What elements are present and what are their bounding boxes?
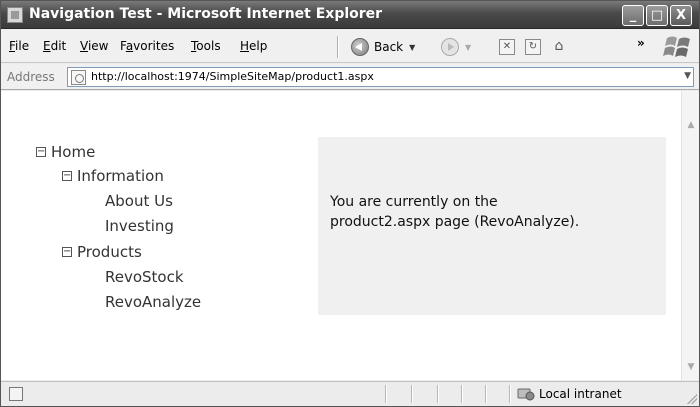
- stop-icon: ✕: [499, 39, 515, 55]
- menu-rest: iew: [87, 39, 109, 53]
- vertical-scrollbar[interactable]: ▲ ▼: [681, 91, 699, 380]
- status-separator: [411, 385, 413, 403]
- tree-node-label[interactable]: Information: [77, 167, 164, 185]
- tree-node-label[interactable]: RevoStock: [105, 268, 184, 286]
- panel-message: You are currently on the product2.aspx p…: [330, 192, 660, 232]
- status-separator: [461, 385, 463, 403]
- close-button[interactable]: X: [670, 5, 692, 26]
- content-panel: You are currently on the product2.aspx p…: [318, 137, 666, 315]
- collapse-icon[interactable]: −: [62, 247, 72, 257]
- status-separator: [437, 385, 439, 403]
- address-url: http://localhost:1974/SimpleSiteMap/prod…: [91, 70, 374, 83]
- scroll-down-icon[interactable]: ▼: [685, 361, 697, 373]
- tree-node-investing[interactable]: Investing: [105, 217, 174, 235]
- address-bar: Address http://localhost:1974/SimpleSite…: [1, 64, 699, 90]
- menu-rest: ile: [15, 39, 30, 53]
- tree-node-label[interactable]: Investing: [105, 217, 174, 235]
- menu-view[interactable]: View: [80, 39, 108, 53]
- home-button[interactable]: ⌂: [551, 35, 567, 59]
- menu-rest: elp: [249, 39, 268, 53]
- intranet-zone-icon: [517, 388, 535, 401]
- menu-file[interactable]: File: [9, 39, 29, 53]
- refresh-button[interactable]: ↻: [525, 35, 541, 59]
- menu-bar: File Edit View Favorites Tools Help Back…: [1, 30, 699, 63]
- status-separator: [509, 385, 511, 403]
- menu-rest: vorites: [133, 39, 175, 53]
- tree-node-label[interactable]: RevoAnalyze: [105, 293, 201, 311]
- tree-node-label[interactable]: Home: [51, 143, 95, 161]
- security-zone-label: Local intranet: [539, 387, 622, 401]
- tree-node-home[interactable]: − Home: [36, 143, 95, 161]
- tree-node-revostock[interactable]: RevoStock: [105, 268, 184, 286]
- close-icon: X: [675, 8, 687, 23]
- back-button[interactable]: Back ▼: [351, 35, 415, 59]
- menu-help[interactable]: Help: [240, 39, 267, 53]
- menu-rest: ools: [196, 39, 221, 53]
- toolbar-separator: [337, 36, 339, 58]
- collapse-icon[interactable]: −: [62, 171, 72, 181]
- page-icon: [71, 70, 86, 85]
- tree-node-about-us[interactable]: About Us: [105, 192, 173, 210]
- windows-logo-icon: [663, 36, 690, 57]
- menu-tools[interactable]: Tools: [191, 39, 221, 53]
- back-dropdown-icon: ▼: [409, 42, 416, 52]
- status-separator: [385, 385, 387, 403]
- minimize-icon: _: [629, 8, 637, 23]
- refresh-icon: ↻: [525, 39, 541, 55]
- menu-accel: E: [43, 39, 51, 53]
- menu-rest: dit: [50, 39, 67, 53]
- resize-grip-icon[interactable]: [687, 394, 697, 404]
- address-input[interactable]: http://localhost:1974/SimpleSiteMap/prod…: [67, 67, 694, 87]
- forward-button[interactable]: ▼: [441, 35, 471, 59]
- panel-line-2: product2.aspx page (RevoAnalyze).: [330, 214, 580, 230]
- page-status-icon: [9, 387, 23, 401]
- maximize-icon: □: [650, 8, 664, 23]
- address-label: Address: [7, 70, 55, 84]
- home-icon: ⌂: [554, 38, 564, 54]
- ie-page-icon: [7, 7, 23, 23]
- forward-dropdown-icon: ▼: [465, 42, 472, 52]
- status-bar: Local intranet: [1, 381, 699, 406]
- menu-accel: V: [80, 39, 88, 53]
- panel-line-1: You are currently on the: [330, 194, 498, 210]
- minimize-button[interactable]: _: [622, 5, 644, 26]
- title-bar[interactable]: Navigation Test - Microsoft Internet Exp…: [1, 1, 699, 29]
- back-label: Back: [374, 40, 404, 54]
- status-separator: [485, 385, 487, 403]
- tree-node-products[interactable]: − Products: [62, 243, 142, 261]
- window-title: Navigation Test - Microsoft Internet Exp…: [29, 6, 383, 22]
- menu-favorites[interactable]: Favorites: [120, 39, 174, 53]
- page-content: − Home − Information About Us Investing …: [1, 91, 681, 380]
- browser-window: Navigation Test - Microsoft Internet Exp…: [0, 0, 700, 407]
- collapse-icon[interactable]: −: [36, 147, 46, 157]
- menu-edit[interactable]: Edit: [43, 39, 66, 53]
- tree-node-label[interactable]: About Us: [105, 192, 173, 210]
- tree-node-revoanalyze[interactable]: RevoAnalyze: [105, 293, 201, 311]
- maximize-button[interactable]: □: [646, 5, 668, 26]
- address-dropdown-icon[interactable]: ▼: [684, 71, 691, 81]
- scroll-up-icon[interactable]: ▲: [685, 119, 697, 131]
- toolbar-overflow-chevron[interactable]: »: [637, 36, 645, 50]
- stop-button[interactable]: ✕: [499, 35, 515, 59]
- tree-node-information[interactable]: − Information: [62, 167, 164, 185]
- forward-arrow-icon: [441, 38, 459, 56]
- tree-node-label[interactable]: Products: [77, 243, 142, 261]
- menu-accel: H: [240, 39, 250, 53]
- back-arrow-icon: [351, 38, 369, 56]
